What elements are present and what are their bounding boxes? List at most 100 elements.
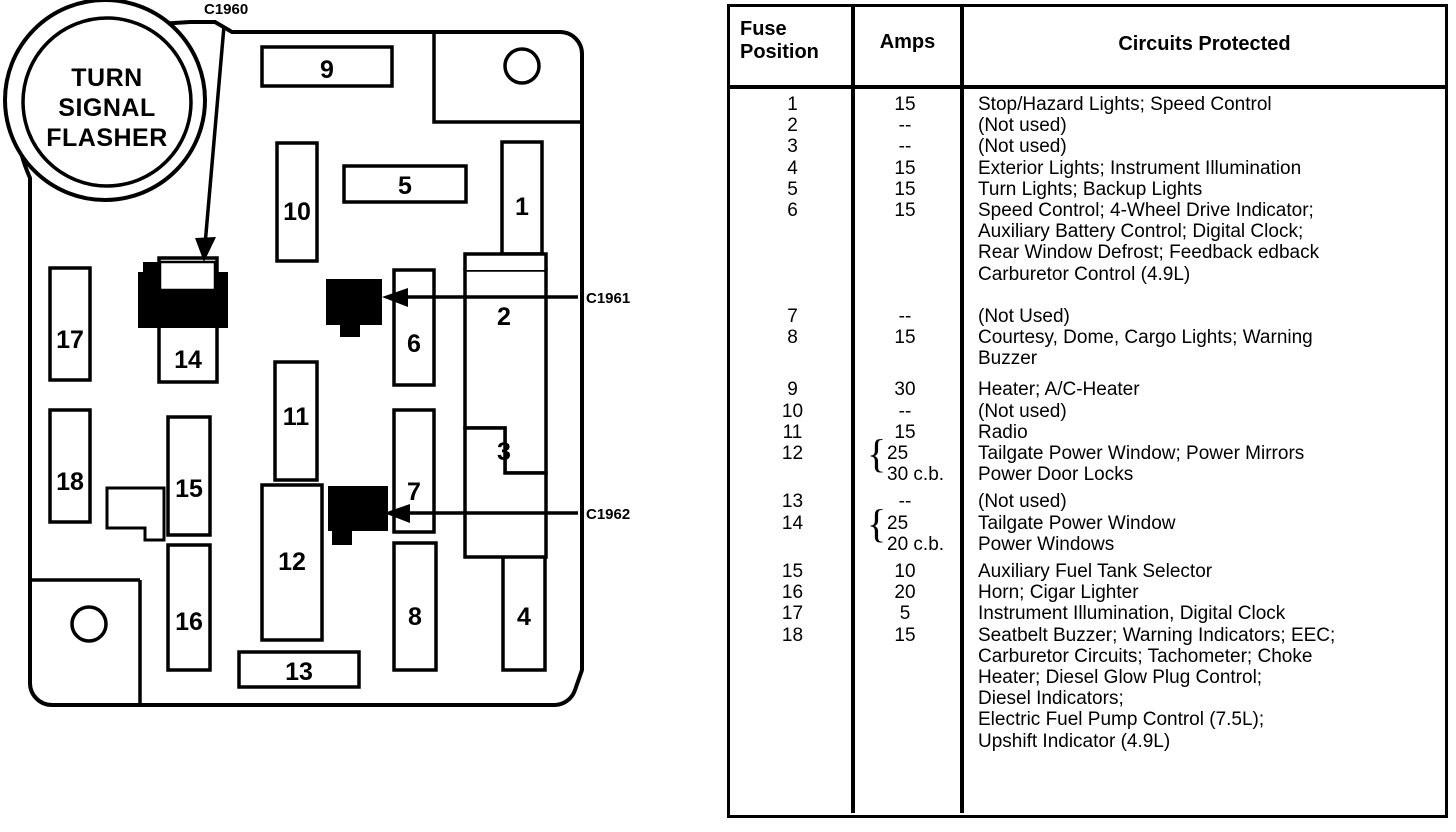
column-header-fuse-position: Fuse Position: [730, 7, 855, 85]
circuits-protected-cell: (Not used): [978, 115, 1067, 137]
circuits-protected-cell: Courtesy, Dome, Cargo Lights; Warning: [978, 327, 1313, 348]
amps-cell: 15: [894, 178, 916, 200]
fuse-position-cell: 18: [781, 624, 804, 646]
amps-cell: 15: [894, 200, 916, 221]
amps-cell: --: [898, 400, 912, 422]
circuits-protected-cell: Speed Control; 4-Wheel Drive Indicator;: [978, 200, 1314, 221]
circuits-protected-cell: Seatbelt Buzzer; Warning Indicators; EEC…: [978, 624, 1336, 646]
fuse-slot-13[interactable]: 13: [237, 650, 361, 689]
fuse-slot-7-label: 7: [407, 478, 421, 506]
fuse-slot-5[interactable]: 5: [342, 164, 468, 204]
fuse-slot-2-top-tab: [463, 252, 548, 270]
fuse-slot-3-label: 3: [497, 438, 511, 466]
amps-cell: --: [898, 115, 912, 137]
fuse-slot-15[interactable]: 15: [166, 415, 212, 537]
fuse-slot-11[interactable]: 11: [273, 360, 319, 482]
amps-cell: 15: [894, 157, 916, 179]
circuits-protected-cell: Auxiliary Battery Control; Digital Clock…: [978, 221, 1304, 243]
fuse-slot-10[interactable]: 10: [275, 141, 319, 263]
circuits-protected-cell: Tailgate Power Window: [978, 512, 1176, 534]
column-header-circuits-protected: Circuits Protected: [1118, 33, 1291, 55]
fuse-slot-8[interactable]: 8: [392, 541, 438, 672]
fuse-panel-diagram: TURN SIGNAL FLASHER 9 10 5 1 17 18 14 15…: [0, 0, 700, 832]
flasher-label-line-1: TURN: [71, 64, 142, 92]
circuits-protected-cell: Rear Window Defrost; Feedback edback: [978, 242, 1320, 264]
fuse-slot-4-label: 4: [517, 603, 531, 631]
fuse-position-cell: 10: [781, 400, 804, 422]
circuits-protected-cell: Horn; Cigar Lighter: [978, 582, 1139, 604]
circuits-protected-cell: Carburetor Circuits; Tachometer; Choke: [978, 645, 1313, 667]
fuse-position-cell: 11: [782, 421, 803, 443]
circuits-protected-cell: Buzzer: [978, 348, 1038, 370]
table-body: 1 2 3 4 5 6 7 8 9 10 11 12 13 14 15 16 17 18 15 -- -- 15 15 15…: [730, 89, 1445, 813]
fuse-slot-16[interactable]: 16: [166, 543, 212, 672]
circuits-protected-cell: Upshift Indicator (4.9L): [978, 730, 1171, 752]
column-header-fuse-position-line1: Fuse: [740, 18, 787, 40]
amps-cell: --: [898, 136, 912, 158]
fuse-slot-1[interactable]: 1: [500, 140, 544, 256]
table-header-row: Fuse Position Amps Circuits Protected: [730, 7, 1445, 89]
fuse-slot-6-label: 6: [407, 330, 421, 358]
fuse-position-cell: 3: [787, 136, 798, 158]
circuits-protected-cell: Carburetor Control (4.9L): [978, 263, 1191, 285]
circuits-protected-cell: Heater; Diesel Glow Plug Control;: [978, 667, 1263, 688]
circuits-protected-cell: Tailgate Power Window; Power Mirrors: [978, 443, 1305, 464]
panel-mounting-hole-bottom: [70, 605, 108, 643]
fuse-slot-4[interactable]: 4: [501, 541, 547, 672]
fuse-slot-17-label: 17: [56, 326, 84, 354]
fuse-position-cell: 9: [787, 379, 798, 401]
fuse-position-cell: 5: [787, 178, 798, 200]
connector-c1960-label: C1960: [204, 1, 248, 18]
fuse-slot-1-label: 1: [515, 193, 529, 221]
amps-cell: --: [898, 305, 912, 327]
fuse-slot-18[interactable]: 18: [48, 408, 92, 524]
amps-cell: 10: [894, 561, 916, 582]
circuits-protected-cell: Power Door Locks: [978, 464, 1134, 486]
amps-cell: 25: [887, 443, 909, 464]
connector-c1961-label: C1961: [586, 290, 630, 307]
column-amps: 15 -- -- 15 15 15 -- 15 30 -- 15{25 30 c.b. --{25 20 …: [855, 89, 964, 813]
fuse-position-cell: 6: [787, 200, 798, 221]
circuits-protected-cell: Electric Fuel Pump Control (7.5L);: [978, 709, 1265, 731]
circuits-protected-cell: (Not used): [978, 491, 1067, 513]
circuits-protected-cell: Exterior Lights; Instrument Illumination: [978, 157, 1302, 179]
circuits-protected-cell: Radio: [978, 421, 1028, 443]
amps-cell: 30 c.b.: [887, 464, 945, 486]
fuse-slot-12[interactable]: 12: [260, 483, 324, 642]
fuse-position-cell: 1: [787, 94, 798, 115]
fuse-slot-9-label: 9: [320, 56, 334, 84]
fuse-position-cell: 12: [781, 443, 804, 464]
fuse-position-cell: 4: [787, 157, 798, 179]
amps-cell: 20 c.b.: [887, 533, 945, 555]
fuse-slot-6[interactable]: 6: [392, 268, 436, 387]
fuse-slot-9[interactable]: 9: [260, 45, 394, 88]
fuse-position-cell: 15: [781, 561, 804, 582]
circuits-protected-cell: Turn Lights; Backup Lights: [978, 178, 1203, 200]
amps-cell: 30: [894, 379, 916, 401]
amps-cell: 15: [894, 94, 916, 115]
fuse-slot-17[interactable]: 17: [48, 266, 92, 382]
circuits-protected-cell: (Not Used): [978, 305, 1070, 327]
circuits-protected-cell: (Not used): [978, 136, 1067, 158]
fuse-position-cell: 14: [781, 512, 804, 534]
connector-c1962-label: C1962: [586, 506, 630, 523]
flasher-label-line-2: SIGNAL: [58, 94, 155, 122]
fuse-slot-16-label: 16: [175, 608, 203, 636]
circuits-protected-cell: Auxiliary Fuel Tank Selector: [978, 561, 1213, 582]
fuse-slot-11-label: 11: [283, 403, 310, 431]
connector-c1960-arrow-channel: [158, 260, 217, 292]
fuse-panel-svg: TURN SIGNAL FLASHER 9 10 5 1 17 18 14 15…: [3, 0, 630, 708]
flasher-label-line-3: FLASHER: [46, 124, 168, 152]
column-header-amps: Amps: [855, 7, 964, 85]
fuse-position-cell: 13: [781, 491, 804, 513]
column-fuse-position: 1 2 3 4 5 6 7 8 9 10 11 12 13 14 15 16 17 18: [730, 89, 855, 813]
fuse-slot-18-label: 18: [56, 468, 84, 496]
fuse-slot-10-label: 10: [283, 198, 311, 226]
fuse-slot-13-label: 13: [285, 658, 313, 686]
amps-cell: 5: [899, 603, 911, 625]
column-header-fuse-position-line2: Position: [740, 41, 819, 63]
circuits-protected-cell: Instrument Illumination, Digital Clock: [978, 603, 1286, 625]
circuits-protected-cell: Diesel Indicators;: [978, 688, 1124, 710]
fuse-position-cell: 2: [787, 115, 798, 137]
amps-cell: 25: [887, 512, 909, 534]
